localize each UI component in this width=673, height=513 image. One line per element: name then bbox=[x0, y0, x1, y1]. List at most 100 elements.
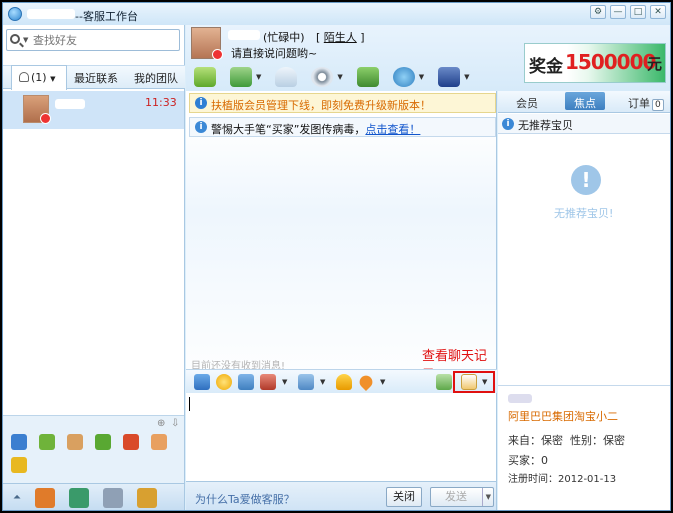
chevron-down-icon[interactable]: ▼ bbox=[256, 73, 261, 81]
search-options-caret-icon[interactable]: ▼ bbox=[23, 36, 28, 44]
police-icon[interactable] bbox=[438, 67, 461, 87]
send-file-icon[interactable] bbox=[436, 374, 452, 390]
notice-upgrade-text: 扶植版会员管理下线，即刻免费升级新版本！ bbox=[211, 99, 431, 112]
notes-tool-icon[interactable] bbox=[11, 457, 27, 473]
add-tool-icon[interactable]: ⊕ bbox=[157, 418, 165, 429]
chevron-down-icon[interactable]: ▼ bbox=[464, 73, 469, 81]
minimize-button[interactable]: — bbox=[610, 5, 626, 19]
contacts-panel: ▼ (1) ▼ 最近联系 我的团队 11:33 ⊕ ⇩ bbox=[3, 25, 185, 510]
tab-focus[interactable]: 焦点 bbox=[565, 92, 605, 110]
download-tool-icon[interactable]: ⇩ bbox=[171, 418, 179, 429]
why-customer-service-link[interactable]: 为什么Ta爱做客服？ bbox=[195, 491, 295, 507]
customer-from: 来自：保密 bbox=[508, 434, 563, 447]
input-bottom-bar: 为什么Ta爱做客服？ 关闭 发送 bbox=[186, 481, 497, 510]
package-tool-icon[interactable] bbox=[95, 434, 111, 450]
maximize-button[interactable]: □ bbox=[630, 5, 646, 19]
chevron-down-icon[interactable]: ▼ bbox=[320, 378, 325, 386]
notice-upgrade[interactable]: i 扶植版会员管理下线，即刻免费升级新版本！ bbox=[189, 93, 496, 113]
chevron-down-icon[interactable]: ▼ bbox=[282, 378, 287, 386]
chat-header-toolbar: ▼ ▼ ▼ ▼ bbox=[194, 65, 470, 89]
chevron-down-icon[interactable]: ▼ bbox=[380, 378, 385, 386]
chevron-down-icon[interactable]: ▼ bbox=[482, 378, 487, 386]
ad-label: 奖金 bbox=[529, 57, 563, 77]
alert-icon: ! bbox=[571, 165, 601, 195]
chevron-down-icon[interactable]: ▼ bbox=[337, 73, 342, 81]
window-title: --客服工作台 bbox=[75, 10, 138, 23]
chevron-down-icon[interactable]: ▼ bbox=[419, 73, 424, 81]
ad-unit: 元 bbox=[647, 55, 663, 73]
search-box[interactable]: ▼ bbox=[6, 29, 180, 51]
settings-window-button[interactable]: ⚙ bbox=[590, 5, 606, 19]
quick-phrase-icon[interactable] bbox=[298, 374, 314, 390]
notice-security-text: 警惕大手笔“买家”发图传病毒， bbox=[211, 123, 366, 136]
partner-signature: 请直接说问题哟~ bbox=[231, 47, 318, 60]
camera-icon[interactable] bbox=[311, 67, 334, 87]
left-dock: ⏶ bbox=[3, 483, 184, 510]
video-icon[interactable] bbox=[230, 67, 252, 87]
stranger-link[interactable]: [ 陌生人 ] bbox=[316, 29, 365, 45]
recommend-header-text: 无推荐宝贝 bbox=[518, 119, 573, 132]
chat-message-area: i 扶植版会员管理下线，即刻免费升级新版本！ i 警惕大手笔“买家”发图传病毒，… bbox=[186, 91, 497, 393]
contact-name-redacted bbox=[55, 99, 85, 109]
gift-tool-icon[interactable] bbox=[39, 434, 55, 450]
image-icon[interactable] bbox=[238, 374, 254, 390]
orders-count-badge: 0 bbox=[652, 99, 664, 111]
send-button[interactable]: 发送 bbox=[430, 487, 494, 507]
screenshot-icon[interactable] bbox=[260, 374, 276, 390]
chat-history-icon[interactable] bbox=[461, 374, 477, 390]
tab-recent[interactable]: 最近联系 bbox=[74, 70, 118, 86]
hand-tool-icon[interactable] bbox=[151, 434, 167, 450]
tab-member[interactable]: 会员 bbox=[516, 95, 538, 111]
user-add-icon[interactable] bbox=[356, 67, 379, 87]
avatar bbox=[191, 27, 223, 60]
buy-tool-icon[interactable] bbox=[11, 434, 27, 450]
stranger-text: 陌生人 bbox=[323, 31, 357, 44]
tab-friends[interactable]: (1) ▼ bbox=[11, 65, 67, 90]
transfer-icon[interactable] bbox=[194, 67, 216, 87]
tab-orders-label: 订单 bbox=[628, 97, 650, 110]
user-tool-icon[interactable] bbox=[67, 434, 83, 450]
account-name-redacted bbox=[27, 9, 75, 19]
heart-icon[interactable] bbox=[356, 372, 376, 392]
partner-status: (忙碌中) bbox=[263, 31, 305, 44]
grid-dock-icon[interactable] bbox=[103, 487, 123, 508]
emoji-icon[interactable] bbox=[216, 374, 232, 390]
contact-tabs: (1) ▼ 最近联系 我的团队 bbox=[3, 65, 185, 90]
bonus-ad-banner[interactable]: 奖金 1500000 元 bbox=[524, 43, 666, 83]
customer-info: 阿里巴巴集团淘宝小二 来自：保密 性别：保密 买家：0 注册时间：2012-01… bbox=[498, 385, 670, 510]
contact-list-item[interactable]: 11:33 bbox=[3, 91, 184, 129]
app-logo-icon bbox=[8, 7, 22, 21]
message-input[interactable] bbox=[186, 393, 497, 481]
bell-icon[interactable] bbox=[336, 374, 352, 390]
shop-tool-icon[interactable] bbox=[123, 434, 139, 450]
title-bar: --客服工作台 ⚙ — □ ✕ bbox=[3, 3, 670, 25]
box-dock-icon[interactable] bbox=[137, 487, 157, 508]
app-window: --客服工作台 ⚙ — □ ✕ ▼ (1) ▼ 最近联系 我的团队 11:33 bbox=[2, 2, 671, 511]
chevron-down-icon: ▼ bbox=[50, 75, 56, 83]
customer-name[interactable]: 阿里巴巴集团淘宝小二 bbox=[508, 408, 618, 424]
side-tabs: 会员 焦点 订单 0 bbox=[498, 91, 670, 113]
search-input[interactable] bbox=[33, 32, 173, 48]
shop-dock-icon[interactable] bbox=[35, 487, 55, 508]
info-icon: i bbox=[195, 97, 207, 109]
avatar bbox=[23, 95, 51, 124]
share-screen-icon[interactable] bbox=[392, 67, 415, 87]
close-chat-button[interactable]: 关闭 bbox=[386, 487, 422, 507]
chat-partner-name-redacted bbox=[228, 30, 260, 40]
tab-orders[interactable]: 订单 0 bbox=[628, 95, 664, 111]
info-icon: i bbox=[195, 121, 207, 133]
notice-security-link[interactable]: 点击查看！ bbox=[365, 123, 420, 136]
search-icon bbox=[10, 34, 20, 44]
customer-id-redacted bbox=[508, 394, 532, 403]
phone-dock-icon[interactable] bbox=[69, 487, 89, 508]
ad-amount: 1500000 bbox=[565, 50, 656, 74]
font-icon[interactable] bbox=[194, 374, 210, 390]
input-toolbar: ▼ ▼ ▼ ▼ bbox=[186, 369, 497, 393]
customer-buyer: 买家：0 bbox=[508, 454, 548, 467]
microphone-icon[interactable] bbox=[275, 67, 298, 87]
tab-my-team[interactable]: 我的团队 bbox=[134, 70, 178, 86]
info-icon: i bbox=[502, 118, 514, 130]
expand-up-icon[interactable]: ⏶ bbox=[13, 492, 21, 503]
close-window-button[interactable]: ✕ bbox=[650, 5, 666, 19]
window-controls: ⚙ — □ ✕ bbox=[590, 5, 666, 19]
